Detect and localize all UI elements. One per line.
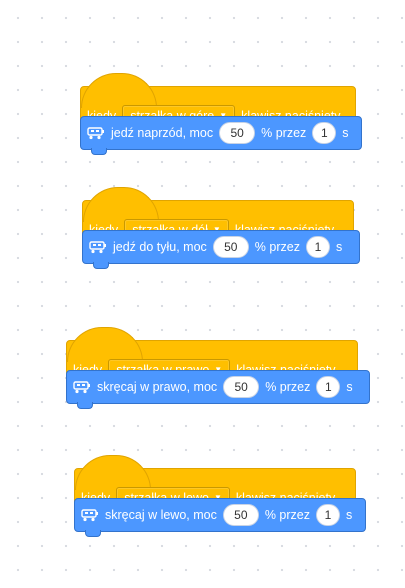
command-mid-label: % przez	[265, 380, 311, 394]
command-mid-label: % przez	[254, 240, 300, 254]
drive-forward-block[interactable]: jedź naprzód, moc 50 % przez 1 s	[80, 116, 362, 155]
robot-icon	[81, 508, 99, 522]
block-notch	[77, 402, 93, 409]
command-label: jedź naprzód, moc	[111, 126, 214, 140]
duration-input[interactable]: 1	[316, 376, 341, 398]
command-label: skręcaj w prawo, moc	[97, 380, 218, 394]
power-input[interactable]: 50	[222, 504, 259, 526]
turn-left-block[interactable]: skręcaj w lewo, moc 50 % przez 1 s	[74, 498, 366, 537]
unit-label: s	[346, 380, 353, 394]
power-input[interactable]: 50	[212, 236, 249, 258]
unit-label: s	[346, 508, 353, 522]
robot-icon	[87, 126, 105, 140]
duration-input[interactable]: 1	[316, 504, 340, 526]
unit-label: s	[335, 240, 343, 254]
drive-backward-block[interactable]: jedź do tyłu, moc 50 % przez 1 s	[82, 230, 360, 269]
duration-input[interactable]: 1	[305, 236, 330, 258]
robot-icon	[73, 380, 91, 394]
command-mid-label: % przez	[264, 508, 310, 522]
power-input[interactable]: 50	[219, 122, 256, 144]
command-label: jedź do tyłu, moc	[113, 240, 207, 254]
block-notch	[93, 262, 109, 269]
block-notch	[91, 148, 107, 155]
robot-icon	[89, 240, 107, 254]
command-label: skręcaj w lewo, moc	[105, 508, 217, 522]
turn-right-block[interactable]: skręcaj w prawo, moc 50 % przez 1 s	[66, 370, 370, 409]
command-mid-label: % przez	[261, 126, 307, 140]
power-input[interactable]: 50	[223, 376, 260, 398]
block-notch	[85, 530, 101, 537]
unit-label: s	[342, 126, 349, 140]
duration-input[interactable]: 1	[312, 122, 337, 144]
